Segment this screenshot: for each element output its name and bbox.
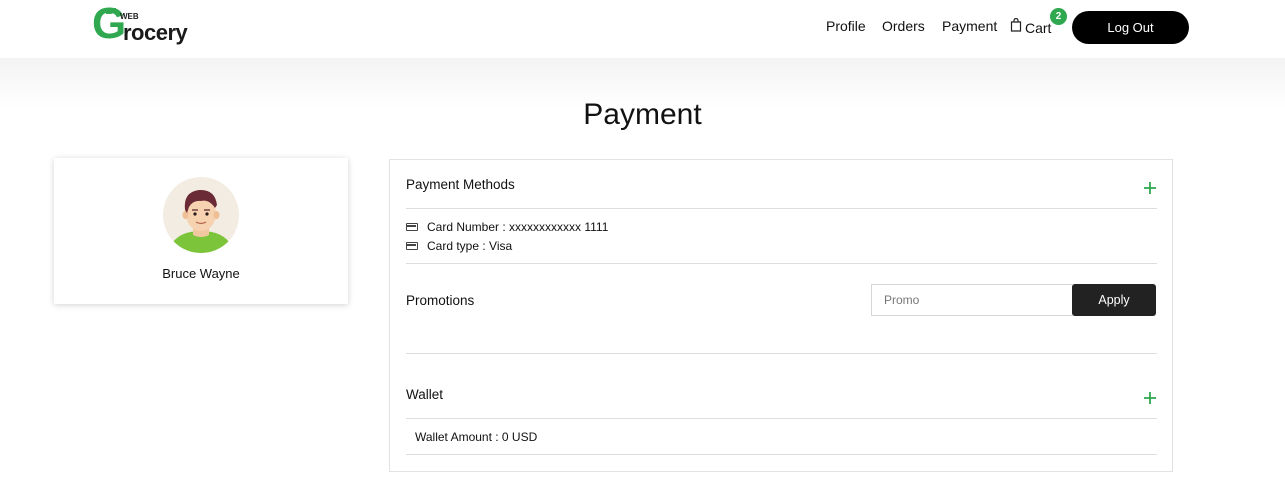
- divider: [406, 353, 1157, 354]
- promo-code-input[interactable]: [871, 284, 1073, 316]
- card-type-text: Card type : Visa: [427, 239, 513, 253]
- nav-profile-link[interactable]: Profile: [826, 18, 866, 34]
- payment-methods-title: Payment Methods: [406, 177, 515, 192]
- promotions-title: Promotions: [406, 293, 475, 308]
- avatar: [163, 177, 239, 253]
- profile-card: Bruce Wayne: [54, 158, 348, 304]
- avatar-illustration: [163, 177, 239, 253]
- divider: [406, 454, 1157, 455]
- divider: [406, 418, 1157, 419]
- wallet-amount-text: Wallet Amount : 0 USD: [415, 430, 538, 444]
- divider: [406, 208, 1157, 209]
- add-wallet-funds-plus-icon[interactable]: [1142, 390, 1158, 406]
- payment-panel: Payment Methods Card Number : xxxxxxxxxx…: [389, 159, 1173, 472]
- wallet-amount-row: Wallet Amount : 0 USD: [415, 430, 537, 446]
- profile-name: Bruce Wayne: [162, 266, 240, 281]
- page-title: Payment: [583, 98, 702, 131]
- brand-logo[interactable]: G WEB rocery: [92, 2, 192, 50]
- shopping-bag-icon[interactable]: [1010, 18, 1022, 32]
- nav-cart-link[interactable]: Cart: [1025, 20, 1051, 36]
- apply-promo-button[interactable]: Apply: [1072, 284, 1156, 316]
- credit-card-icon: [406, 242, 418, 250]
- logo-text: rocery: [123, 20, 188, 45]
- add-payment-method-plus-icon[interactable]: [1142, 180, 1158, 196]
- navbar: G WEB rocery Profile Orders Payment Cart…: [0, 0, 1285, 58]
- wallet-title: Wallet: [406, 387, 444, 402]
- cart-count-badge: 2: [1050, 8, 1067, 25]
- nav-orders-link[interactable]: Orders: [882, 18, 925, 34]
- nav-payment-link[interactable]: Payment: [942, 18, 997, 34]
- logout-button[interactable]: Log Out: [1072, 11, 1189, 44]
- divider: [406, 263, 1157, 264]
- card-number-text: Card Number : xxxxxxxxxxxx 1111: [427, 220, 609, 234]
- credit-card-icon: [406, 223, 418, 231]
